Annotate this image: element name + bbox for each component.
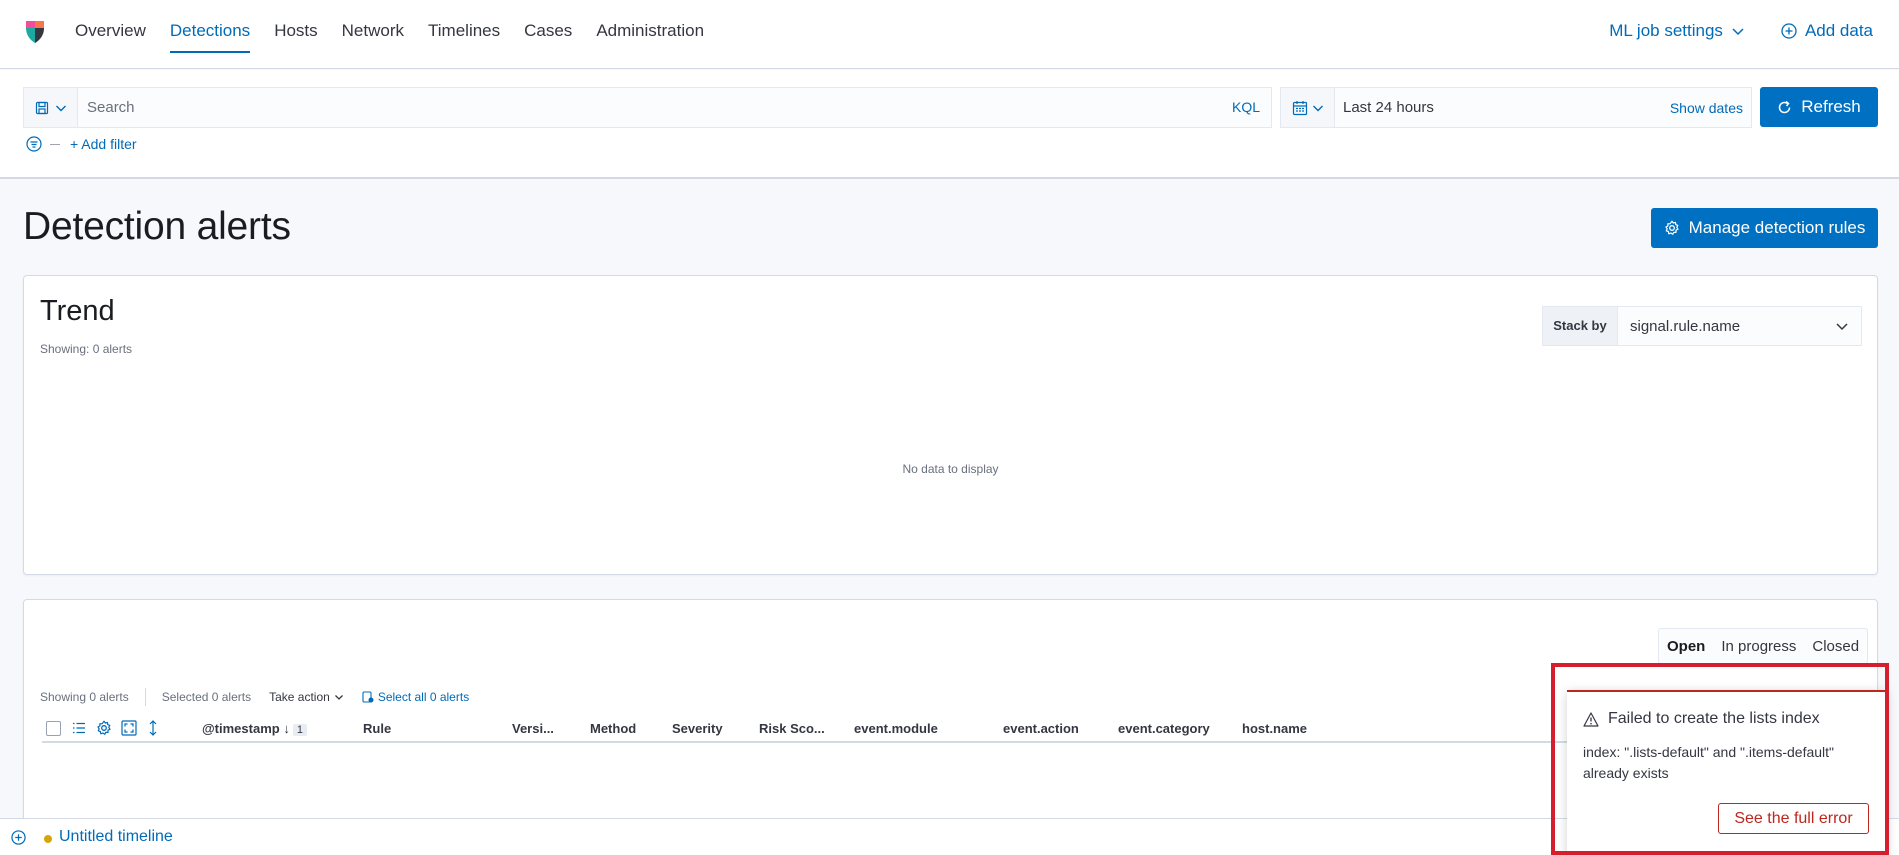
security-app-logo[interactable] bbox=[24, 20, 46, 44]
saved-query-button[interactable] bbox=[24, 88, 78, 127]
gear-icon bbox=[1665, 220, 1679, 235]
no-data-message: No data to display bbox=[902, 462, 999, 476]
plus-in-circle-icon bbox=[1781, 23, 1797, 39]
tab-cases[interactable]: Cases bbox=[524, 0, 572, 69]
date-range-text[interactable]: Last 24 hours bbox=[1335, 99, 1670, 116]
chevron-down-icon bbox=[1312, 105, 1323, 111]
column-method[interactable]: Method bbox=[590, 721, 636, 736]
chevron-down-icon bbox=[1836, 323, 1848, 331]
alerts-utility-bar: Showing 0 alerts Selected 0 alerts Take … bbox=[40, 688, 469, 706]
refresh-button[interactable]: Refresh bbox=[1760, 87, 1878, 127]
filter-separator bbox=[50, 143, 60, 145]
status-tab-in-progress[interactable]: In progress bbox=[1713, 638, 1804, 655]
refresh-icon bbox=[1779, 100, 1791, 113]
utility-separator bbox=[144, 688, 146, 706]
highlight-box bbox=[1551, 663, 1889, 855]
column-version[interactable]: Versi... bbox=[512, 721, 554, 736]
alert-status-tabs: Open In progress Closed bbox=[1658, 628, 1869, 664]
chevron-down-icon bbox=[334, 695, 343, 700]
column-risk-score[interactable]: Risk Sco... bbox=[759, 721, 825, 736]
add-data-button[interactable]: Add data bbox=[1781, 21, 1873, 41]
trend-panel: Trend Showing: 0 alerts Stack by signal.… bbox=[23, 275, 1878, 575]
show-dates-button[interactable]: Show dates bbox=[1670, 100, 1751, 116]
save-icon bbox=[35, 101, 48, 114]
sort-index-badge: 1 bbox=[292, 724, 307, 736]
row-height-icon[interactable] bbox=[146, 720, 160, 736]
filter-row: + Add filter bbox=[26, 136, 137, 152]
calendar-icon bbox=[1292, 100, 1307, 115]
search-group: KQL bbox=[23, 87, 1272, 128]
showing-alerts-count: Showing 0 alerts bbox=[40, 690, 129, 704]
list-icon[interactable] bbox=[72, 721, 86, 735]
status-tab-open[interactable]: Open bbox=[1659, 638, 1713, 655]
column-event-action[interactable]: event.action bbox=[1003, 721, 1079, 736]
column-host-name[interactable]: host.name bbox=[1242, 721, 1307, 736]
plus-in-circle-icon[interactable] bbox=[11, 830, 26, 845]
column-severity[interactable]: Severity bbox=[672, 721, 723, 736]
select-all-checkbox[interactable] bbox=[46, 721, 61, 736]
take-action-button[interactable]: Take action bbox=[269, 690, 344, 704]
tab-overview[interactable]: Overview bbox=[75, 0, 146, 69]
trend-count: Showing: 0 alerts bbox=[40, 342, 133, 356]
alerts-table-header: @timestamp ↓ 1 Rule Versi... Method Sever… bbox=[42, 715, 1582, 743]
search-input[interactable] bbox=[78, 88, 1221, 127]
manage-detection-rules-label: Manage detection rules bbox=[1688, 218, 1866, 237]
ml-job-settings-label: ML job settings bbox=[1609, 21, 1723, 40]
trend-title: Trend bbox=[40, 295, 115, 327]
selected-alerts-count: Selected 0 alerts bbox=[161, 690, 252, 704]
column-rule[interactable]: Rule bbox=[363, 721, 391, 736]
top-navigation: Overview Detections Hosts Network Timeli… bbox=[0, 0, 1899, 69]
app-tabs: Overview Detections Hosts Network Timeli… bbox=[75, 0, 728, 69]
column-event-category[interactable]: event.category bbox=[1118, 721, 1210, 736]
tab-detections[interactable]: Detections bbox=[169, 0, 251, 69]
column-timestamp[interactable]: @timestamp ↓ 1 bbox=[202, 721, 307, 736]
ml-job-settings-button[interactable]: ML job settings bbox=[1609, 21, 1745, 41]
refresh-label: Refresh bbox=[1801, 97, 1861, 116]
chevron-down-icon bbox=[1732, 28, 1744, 36]
query-language-button[interactable]: KQL bbox=[1221, 88, 1271, 127]
chevron-down-icon bbox=[55, 105, 66, 111]
fullscreen-icon[interactable] bbox=[121, 720, 137, 736]
add-data-label: Add data bbox=[1804, 21, 1873, 40]
quick-date-menu-button[interactable] bbox=[1281, 88, 1335, 127]
stack-by-select[interactable]: signal.rule.name bbox=[1618, 307, 1861, 345]
stack-by-value: signal.rule.name bbox=[1630, 317, 1741, 335]
date-picker: Last 24 hours Show dates bbox=[1280, 87, 1752, 128]
gear-icon[interactable] bbox=[96, 720, 112, 736]
take-action-label: Take action bbox=[269, 690, 330, 704]
add-filter-button[interactable]: + Add filter bbox=[70, 136, 137, 152]
stack-by-label: Stack by bbox=[1543, 307, 1618, 345]
timeline-status-dot bbox=[44, 835, 52, 843]
query-bar: KQL Last 24 hours Show dates Refresh + A… bbox=[0, 70, 1899, 179]
select-all-alerts-button[interactable]: Select all 0 alerts bbox=[362, 690, 469, 704]
column-event-module[interactable]: event.module bbox=[854, 721, 938, 736]
page-title: Detection alerts bbox=[23, 205, 291, 248]
select-all-label: Select all 0 alerts bbox=[377, 690, 470, 704]
nav-actions: ML job settings Add data bbox=[1609, 0, 1873, 62]
select-all-icon bbox=[362, 691, 374, 703]
timeline-name[interactable]: Untitled timeline bbox=[59, 828, 173, 846]
manage-detection-rules-button[interactable]: Manage detection rules bbox=[1651, 208, 1878, 248]
tab-timelines[interactable]: Timelines bbox=[428, 0, 500, 69]
filter-icon[interactable] bbox=[26, 136, 42, 152]
stack-by-control: Stack by signal.rule.name bbox=[1542, 306, 1862, 346]
column-timestamp-label: @timestamp bbox=[202, 721, 280, 736]
tab-network[interactable]: Network bbox=[342, 0, 404, 69]
tab-hosts[interactable]: Hosts bbox=[274, 0, 317, 69]
tab-administration[interactable]: Administration bbox=[596, 0, 704, 69]
status-tab-closed[interactable]: Closed bbox=[1804, 638, 1867, 655]
